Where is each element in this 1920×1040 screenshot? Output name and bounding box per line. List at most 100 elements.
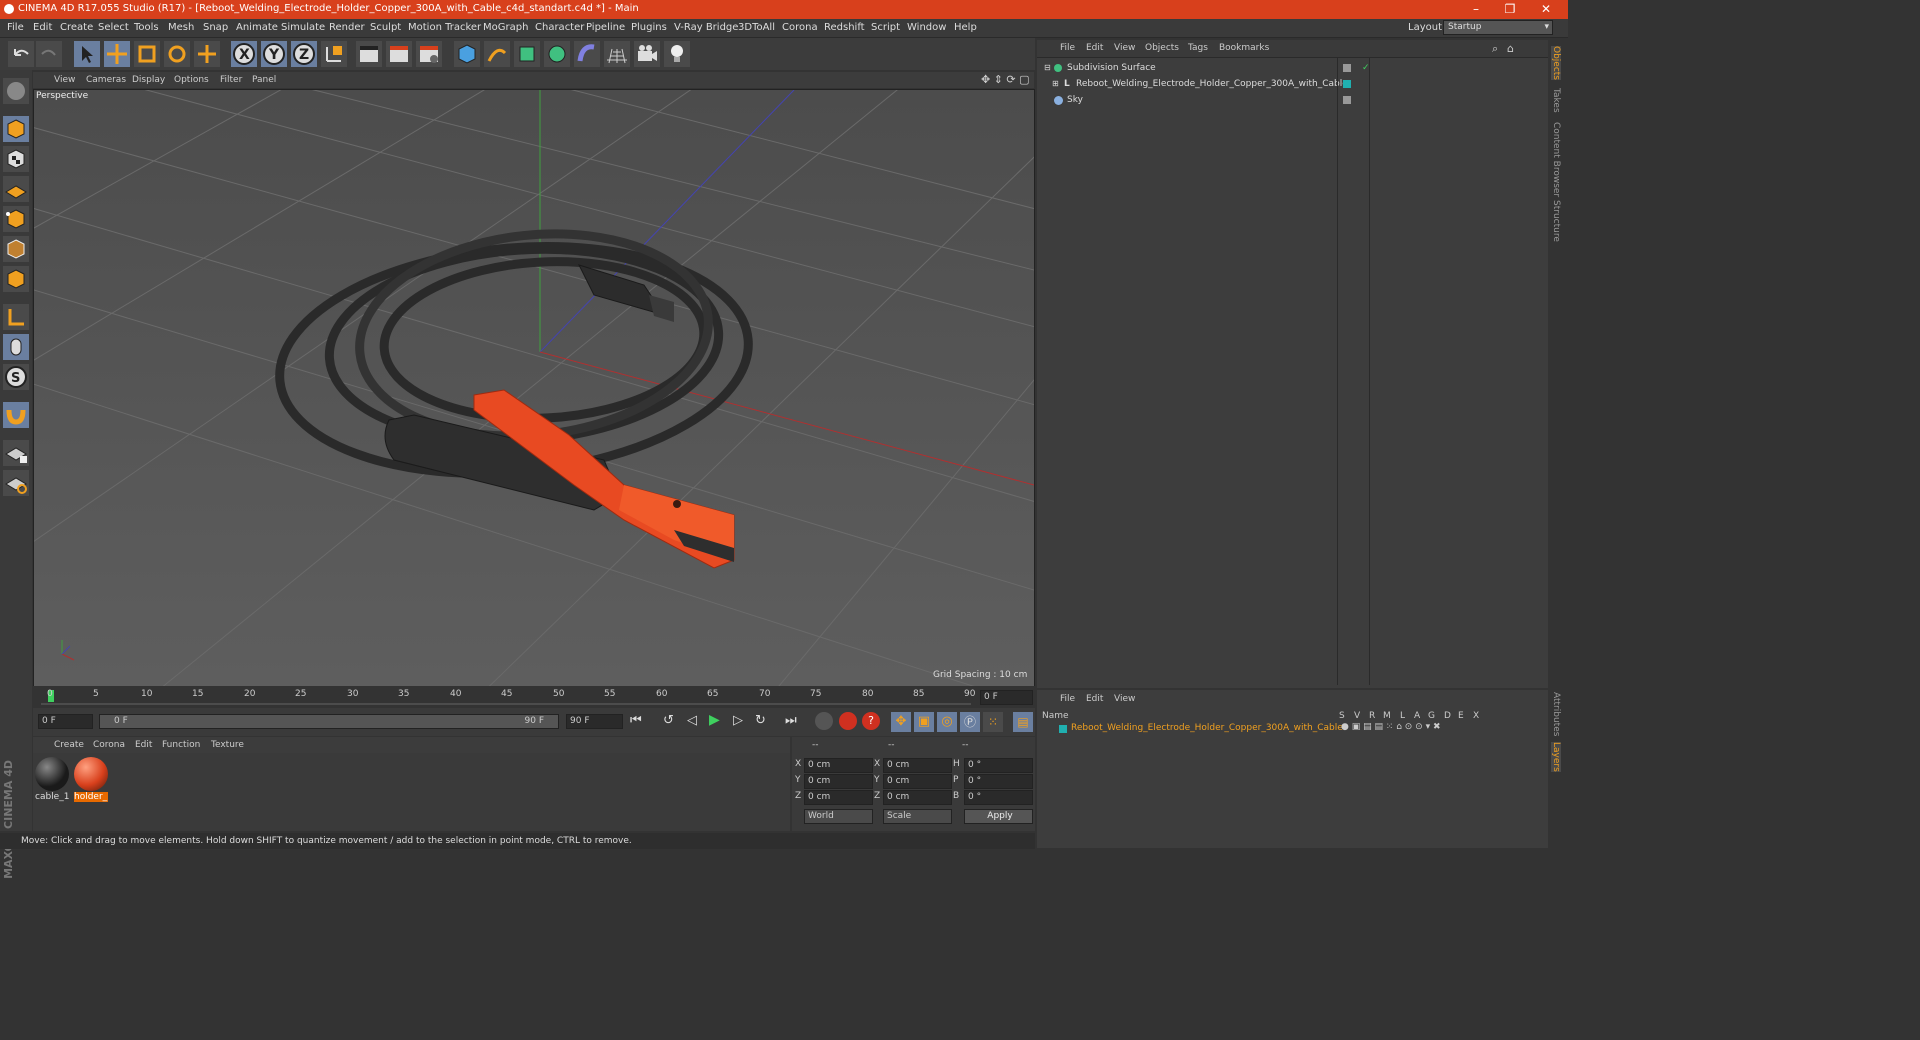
- undo-button[interactable]: [8, 41, 34, 67]
- menu-pipeline[interactable]: Pipeline: [586, 22, 625, 33]
- frame-range-slider[interactable]: 0 F 90 F: [99, 714, 559, 729]
- obj-menu-tags[interactable]: Tags: [1188, 43, 1208, 53]
- goto-start-icon[interactable]: ⏮: [630, 713, 642, 728]
- menu-snap[interactable]: Snap: [203, 22, 228, 33]
- key-scale-icon[interactable]: ▣: [914, 712, 934, 732]
- obj-menu-file[interactable]: File: [1060, 43, 1075, 53]
- menu-edit[interactable]: Edit: [33, 22, 52, 33]
- obj-menu-edit[interactable]: Edit: [1086, 43, 1103, 53]
- start-frame-field[interactable]: 0 F: [38, 714, 93, 729]
- planar-workplane-button[interactable]: [3, 470, 29, 496]
- mat-menu-function[interactable]: Function: [162, 740, 200, 750]
- coord-pos-y-field[interactable]: 0 cm: [804, 774, 873, 789]
- object-row-sky[interactable]: Sky: [1040, 92, 1545, 108]
- apply-button[interactable]: Apply: [964, 809, 1033, 824]
- light-button[interactable]: [664, 41, 690, 67]
- menu-render[interactable]: Render: [329, 22, 365, 33]
- menu-help[interactable]: Help: [954, 22, 977, 33]
- tab-content-browser[interactable]: Content Browser: [1551, 122, 1561, 197]
- menu-mograph[interactable]: MoGraph: [483, 22, 528, 33]
- layer-menu-view[interactable]: View: [1114, 694, 1135, 704]
- menu-character[interactable]: Character: [535, 22, 584, 33]
- menu-select[interactable]: Select: [98, 22, 129, 33]
- menu-simulate[interactable]: Simulate: [281, 22, 325, 33]
- key-rotation-icon[interactable]: ◎: [937, 712, 957, 732]
- texture-mode-button[interactable]: [3, 146, 29, 172]
- layer-row[interactable]: Reboot_Welding_Electrode_Holder_Copper_3…: [1039, 722, 1544, 736]
- polygons-mode-button[interactable]: [3, 266, 29, 292]
- current-frame-field[interactable]: 0 F: [980, 690, 1033, 705]
- play-icon[interactable]: ▶: [709, 712, 720, 728]
- deformer-button[interactable]: [574, 41, 600, 67]
- coord-size-x-field[interactable]: 0 cm: [883, 758, 952, 773]
- obj-menu-bookmarks[interactable]: Bookmarks: [1219, 43, 1269, 53]
- render-view-button[interactable]: [356, 41, 382, 67]
- tab-layers[interactable]: Layers: [1551, 742, 1561, 772]
- cube-button[interactable]: [454, 41, 480, 67]
- camera-button[interactable]: [634, 41, 660, 67]
- record-keys-icon[interactable]: [815, 712, 833, 730]
- viewport-menu-display[interactable]: Display: [132, 75, 165, 85]
- viewport-menu-filter[interactable]: Filter: [220, 75, 242, 85]
- menu-script[interactable]: Script: [871, 22, 900, 33]
- expand-icon[interactable]: ⊞: [1052, 76, 1059, 92]
- coord-rot-b-field[interactable]: 0 °: [964, 790, 1033, 805]
- timeline-window-icon[interactable]: ▤: [1013, 712, 1033, 732]
- close-icon[interactable]: ✕: [1534, 2, 1558, 16]
- magnet-button[interactable]: [3, 402, 29, 428]
- menu-3dtoall[interactable]: 3DToAll: [738, 22, 775, 33]
- menu-corona[interactable]: Corona: [782, 22, 818, 33]
- menu-animate[interactable]: Animate: [236, 22, 278, 33]
- material-swatch-cable[interactable]: [35, 757, 69, 791]
- render-settings-button[interactable]: [416, 41, 442, 67]
- axis-mode-button[interactable]: [3, 304, 29, 330]
- make-editable-button[interactable]: [3, 78, 29, 104]
- key-parameter-icon[interactable]: Ⓟ: [960, 712, 980, 732]
- minimize-icon[interactable]: –: [1464, 2, 1488, 16]
- timeline-ruler[interactable]: 0 5 10 15 20 25 30 35 40 45 50 55 60 65 …: [33, 686, 1035, 708]
- menu-motion-tracker[interactable]: Motion Tracker: [408, 22, 481, 33]
- viewport-menu-options[interactable]: Options: [174, 75, 209, 85]
- recent-tool-button[interactable]: [194, 41, 220, 67]
- rotate-button[interactable]: [164, 41, 190, 67]
- coord-rot-h-field[interactable]: 0 °: [964, 758, 1033, 773]
- key-pla-icon[interactable]: ⁙: [983, 712, 1003, 732]
- goto-next-key-icon[interactable]: ↻: [755, 713, 766, 728]
- workplane-button[interactable]: [3, 176, 29, 202]
- goto-prev-key-icon[interactable]: ↺: [663, 713, 674, 728]
- layer-toggle-icons[interactable]: ● ▣ ▤ ▤ ⁙ ⌂ ⊙ ⊙ ▾ ✖: [1341, 722, 1441, 732]
- coord-rot-p-field[interactable]: 0 °: [964, 774, 1033, 789]
- menu-create[interactable]: Create: [60, 22, 93, 33]
- tab-objects[interactable]: Objects: [1551, 46, 1561, 81]
- scale-button[interactable]: [134, 41, 160, 67]
- mat-menu-corona[interactable]: Corona: [93, 740, 125, 750]
- coord-pos-z-field[interactable]: 0 cm: [804, 790, 873, 805]
- menu-file[interactable]: File: [7, 22, 24, 33]
- coord-size-y-field[interactable]: 0 cm: [883, 774, 952, 789]
- snapping-button[interactable]: S: [3, 364, 29, 390]
- x-axis-button[interactable]: X: [231, 41, 257, 67]
- viewport-menu-view[interactable]: View: [54, 75, 75, 85]
- coord-system-select[interactable]: World: [804, 809, 873, 824]
- viewport-menu-panel[interactable]: Panel: [252, 75, 276, 85]
- end-frame-field[interactable]: 90 F: [566, 714, 623, 729]
- menu-window[interactable]: Window: [907, 22, 946, 33]
- layer-menu-edit[interactable]: Edit: [1086, 694, 1103, 704]
- y-axis-button[interactable]: Y: [261, 41, 287, 67]
- render-picture-viewer-button[interactable]: [386, 41, 412, 67]
- search-icon[interactable]: ⌕: [1492, 42, 1498, 56]
- menu-redshift[interactable]: Redshift: [824, 22, 865, 33]
- redo-button[interactable]: [36, 41, 62, 67]
- tweak-mode-button[interactable]: [3, 334, 29, 360]
- collapse-icon[interactable]: ⊟: [1044, 60, 1051, 76]
- step-back-icon[interactable]: ◁: [687, 713, 697, 728]
- subdivision-button[interactable]: [514, 41, 540, 67]
- pen-spline-button[interactable]: [484, 41, 510, 67]
- tab-structure[interactable]: Structure: [1551, 200, 1561, 242]
- mat-menu-edit[interactable]: Edit: [135, 740, 152, 750]
- menu-sculpt[interactable]: Sculpt: [370, 22, 401, 33]
- layer-name[interactable]: Reboot_Welding_Electrode_Holder_Copper_3…: [1071, 723, 1343, 733]
- lock-workplane-button[interactable]: [3, 440, 29, 466]
- mograph-cloner-button[interactable]: [544, 41, 570, 67]
- menu-tools[interactable]: Tools: [134, 22, 159, 33]
